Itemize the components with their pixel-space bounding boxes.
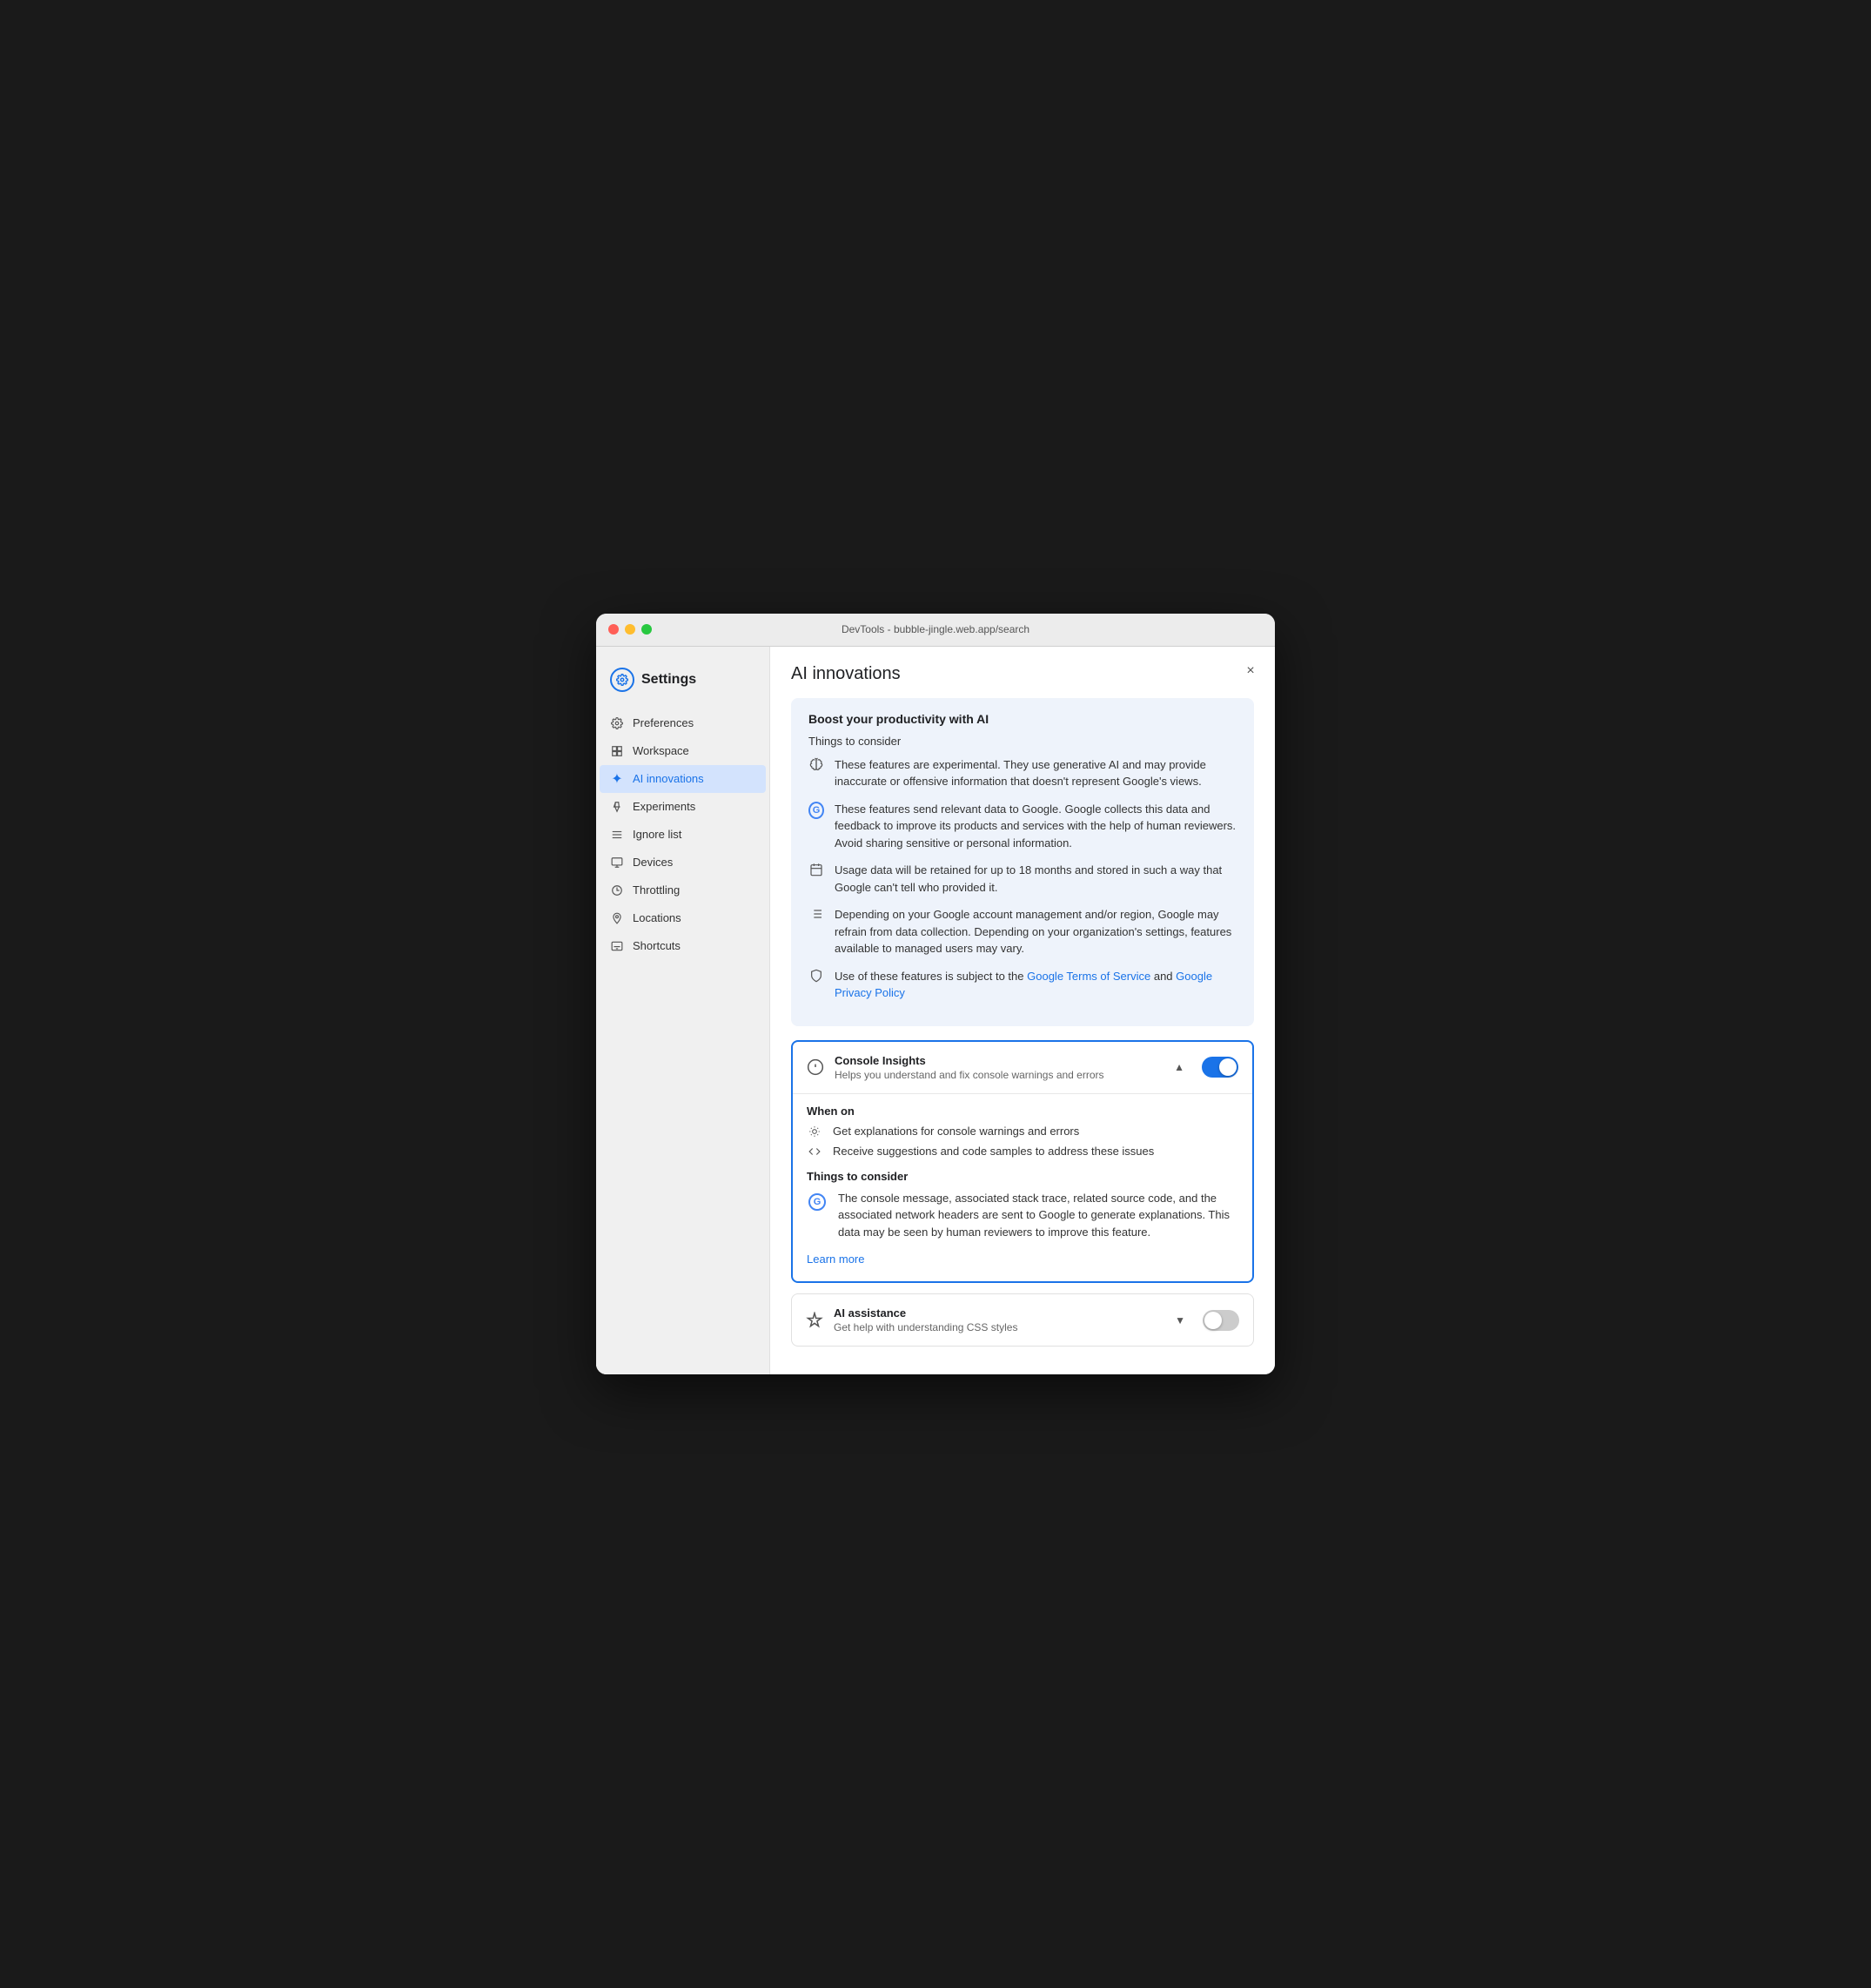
ai-toggle-slider <box>1203 1310 1239 1331</box>
privacy-link[interactable]: Google Privacy Policy <box>835 970 1212 1000</box>
info-card-title: Boost your productivity with AI <box>808 712 1237 726</box>
console-insights-card: Console Insights Helps you understand an… <box>791 1040 1254 1284</box>
info-item-google-data: G These features send relevant data to G… <box>808 801 1237 852</box>
console-insights-chevron-icon: ▲ <box>1174 1061 1184 1073</box>
when-on-item-explanations: Get explanations for console warnings an… <box>807 1125 1238 1138</box>
sidebar-item-preferences[interactable]: Preferences <box>596 709 769 737</box>
when-on-suggestions-text: Receive suggestions and code samples to … <box>833 1145 1154 1158</box>
close-button[interactable]: × <box>1240 661 1261 682</box>
shortcuts-label: Shortcuts <box>633 939 681 952</box>
info-item-account: Depending on your Google account managem… <box>808 906 1237 957</box>
page-title: AI innovations <box>791 664 1254 684</box>
titlebar: DevTools - bubble-jingle.web.app/search <box>596 614 1275 647</box>
content-area: Settings Preferences Workspace <box>596 647 1275 1375</box>
ai-assistance-icon <box>806 1312 823 1329</box>
info-item-google-data-text: These features send relevant data to Goo… <box>835 801 1237 852</box>
workspace-label: Workspace <box>633 744 689 757</box>
settings-circle-icon <box>610 668 634 692</box>
sidebar-title: Settings <box>641 672 696 688</box>
traffic-lights <box>608 624 652 635</box>
sidebar-header: Settings <box>596 661 769 709</box>
console-insights-icon <box>807 1058 824 1076</box>
experiments-label: Experiments <box>633 800 695 813</box>
when-on-explanations-text: Get explanations for console warnings an… <box>833 1125 1079 1138</box>
learn-more-link[interactable]: Learn more <box>807 1253 864 1266</box>
workspace-icon <box>610 744 624 758</box>
when-on-item-suggestions: Receive suggestions and code samples to … <box>807 1145 1238 1158</box>
things-item-google: G The console message, associated stack … <box>807 1190 1238 1241</box>
ignore-list-icon <box>610 828 624 842</box>
console-insights-text: Console Insights Helps you understand an… <box>835 1054 1164 1081</box>
sidebar-item-shortcuts[interactable]: Shortcuts <box>596 932 769 960</box>
list-icon <box>808 907 824 957</box>
sidebar-item-experiments[interactable]: Experiments <box>596 793 769 821</box>
toggle-slider <box>1202 1057 1238 1078</box>
locations-icon <box>610 911 624 925</box>
code-icon <box>807 1145 822 1158</box>
throttling-label: Throttling <box>633 883 680 897</box>
ai-innovations-icon: ✦ <box>610 772 624 786</box>
info-item-tos-text: Use of these features is subject to the … <box>835 968 1237 1002</box>
shield-icon <box>808 969 824 1002</box>
close-traffic-light[interactable] <box>608 624 619 635</box>
minimize-traffic-light[interactable] <box>625 624 635 635</box>
info-item-account-text: Depending on your Google account managem… <box>835 906 1237 957</box>
bulb-icon <box>807 1125 822 1138</box>
ai-assistance-chevron-icon: ▼ <box>1175 1314 1185 1326</box>
ai-innovations-label: AI innovations <box>633 772 704 785</box>
sidebar-item-devices[interactable]: Devices <box>596 849 769 876</box>
info-item-tos: Use of these features is subject to the … <box>808 968 1237 1002</box>
ai-assistance-header[interactable]: AI assistance Get help with understandin… <box>792 1294 1253 1346</box>
info-card: Boost your productivity with AI Things t… <box>791 698 1254 1026</box>
console-insights-header[interactable]: Console Insights Helps you understand an… <box>793 1042 1252 1093</box>
info-item-experimental: These features are experimental. They us… <box>808 756 1237 790</box>
ai-assistance-card: AI assistance Get help with understandin… <box>791 1293 1254 1347</box>
preferences-label: Preferences <box>633 716 694 729</box>
when-on-title: When on <box>807 1105 1238 1118</box>
google-data-icon: G <box>808 802 824 852</box>
ai-toggle-knob <box>1204 1312 1222 1329</box>
info-card-subtitle: Things to consider <box>808 735 1237 748</box>
ai-assistance-desc: Get help with understanding CSS styles <box>834 1321 1164 1333</box>
devtools-window: DevTools - bubble-jingle.web.app/search … <box>596 614 1275 1375</box>
tos-link[interactable]: Google Terms of Service <box>1027 970 1150 983</box>
sidebar: Settings Preferences Workspace <box>596 647 770 1375</box>
window-title: DevTools - bubble-jingle.web.app/search <box>842 623 1029 635</box>
experimental-icon <box>808 757 824 790</box>
things-google-icon: G <box>807 1192 828 1212</box>
ignore-list-label: Ignore list <box>633 828 681 841</box>
ai-assistance-toggle[interactable] <box>1203 1310 1239 1331</box>
maximize-traffic-light[interactable] <box>641 624 652 635</box>
info-item-retention-text: Usage data will be retained for up to 18… <box>835 862 1237 896</box>
sidebar-item-ai-innovations[interactable]: ✦ AI innovations <box>600 765 766 793</box>
devices-icon <box>610 856 624 870</box>
sidebar-item-ignore-list[interactable]: Ignore list <box>596 821 769 849</box>
console-insights-name: Console Insights <box>835 1054 1164 1067</box>
preferences-icon <box>610 716 624 730</box>
devices-label: Devices <box>633 856 673 869</box>
things-item-google-text: The console message, associated stack tr… <box>838 1190 1238 1241</box>
locations-label: Locations <box>633 911 681 924</box>
console-insights-body: When on Get explanations for console war… <box>793 1093 1252 1282</box>
ai-assistance-name: AI assistance <box>834 1306 1164 1320</box>
sidebar-item-throttling[interactable]: Throttling <box>596 876 769 904</box>
info-item-experimental-text: These features are experimental. They us… <box>835 756 1237 790</box>
things-to-consider-title: Things to consider <box>807 1170 1238 1183</box>
experiments-icon <box>610 800 624 814</box>
throttling-icon <box>610 883 624 897</box>
console-insights-toggle[interactable] <box>1202 1057 1238 1078</box>
console-insights-desc: Helps you understand and fix console war… <box>835 1069 1164 1081</box>
sidebar-item-workspace[interactable]: Workspace <box>596 737 769 765</box>
shortcuts-icon <box>610 939 624 953</box>
ai-assistance-text: AI assistance Get help with understandin… <box>834 1306 1164 1333</box>
calendar-icon <box>808 863 824 896</box>
info-item-retention: Usage data will be retained for up to 18… <box>808 862 1237 896</box>
toggle-knob <box>1219 1058 1237 1076</box>
main-content: × AI innovations Boost your productivity… <box>770 647 1275 1375</box>
sidebar-item-locations[interactable]: Locations <box>596 904 769 932</box>
